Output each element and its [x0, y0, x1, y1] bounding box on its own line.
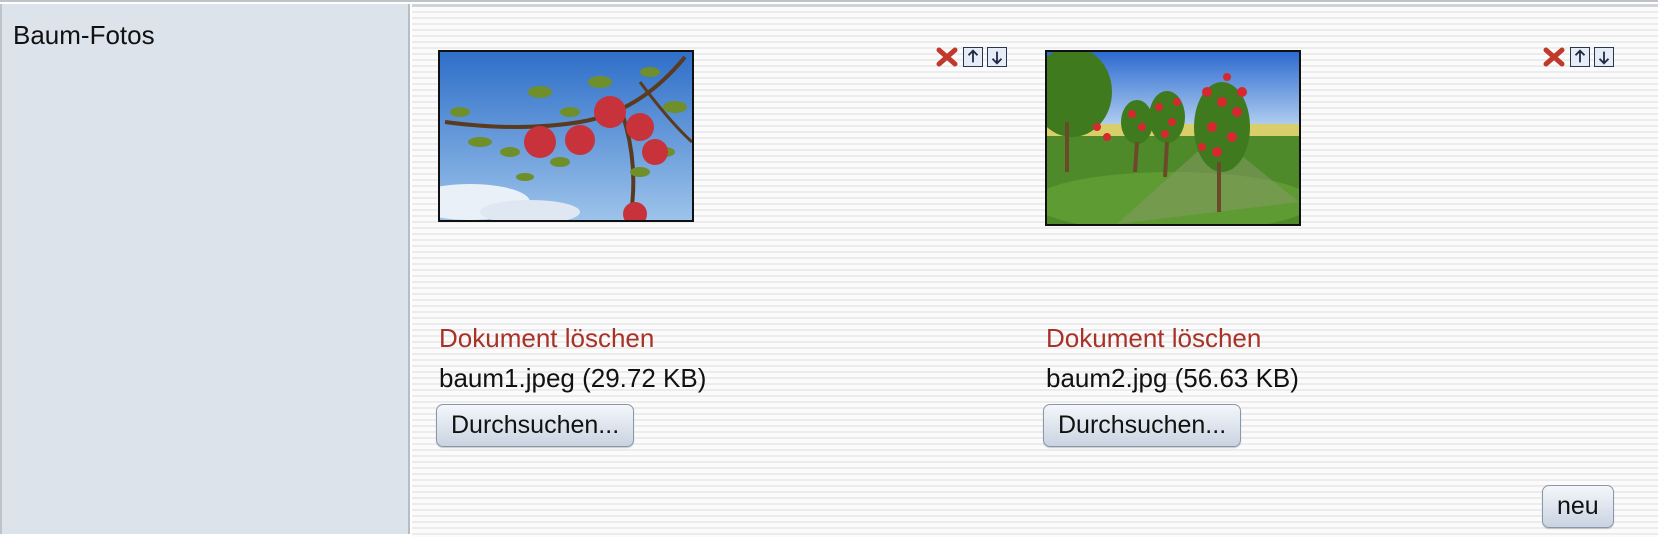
- delete-x-icon[interactable]: [935, 45, 959, 69]
- new-document-button[interactable]: neu: [1542, 485, 1614, 528]
- document-item: Dokument löschen baum1.jpeg (29.72 KB) D…: [412, 7, 1007, 447]
- browse-button[interactable]: Durchsuchen...: [1043, 404, 1242, 447]
- image-thumbnail[interactable]: [438, 50, 694, 222]
- browse-button[interactable]: Durchsuchen...: [436, 404, 635, 447]
- delete-document-link[interactable]: Dokument löschen: [439, 323, 654, 354]
- content-column: Dokument löschen baum1.jpeg (29.72 KB) D…: [412, 4, 1658, 537]
- move-down-icon[interactable]: [1594, 47, 1614, 67]
- orchard-image: [1047, 52, 1299, 224]
- file-info: baum1.jpeg (29.72 KB): [439, 363, 707, 393]
- move-up-icon[interactable]: [963, 47, 983, 67]
- file-info: baum2.jpg (56.63 KB): [1046, 363, 1299, 393]
- delete-x-icon[interactable]: [1542, 45, 1566, 69]
- move-down-icon[interactable]: [987, 47, 1007, 67]
- apple-branch-image: [440, 52, 692, 220]
- move-up-icon[interactable]: [1570, 47, 1590, 67]
- form-frame: Baum-Fotos Dokument löschen baum1.jpeg (…: [0, 0, 1658, 537]
- delete-document-link[interactable]: Dokument löschen: [1046, 323, 1261, 354]
- field-label: Baum-Fotos: [13, 20, 155, 50]
- item-toolbar: [935, 45, 1007, 69]
- image-thumbnail[interactable]: [1045, 50, 1301, 226]
- item-toolbar: [1542, 45, 1614, 69]
- document-item: Dokument löschen baum2.jpg (56.63 KB) Du…: [1019, 7, 1614, 447]
- label-column: Baum-Fotos: [0, 4, 410, 534]
